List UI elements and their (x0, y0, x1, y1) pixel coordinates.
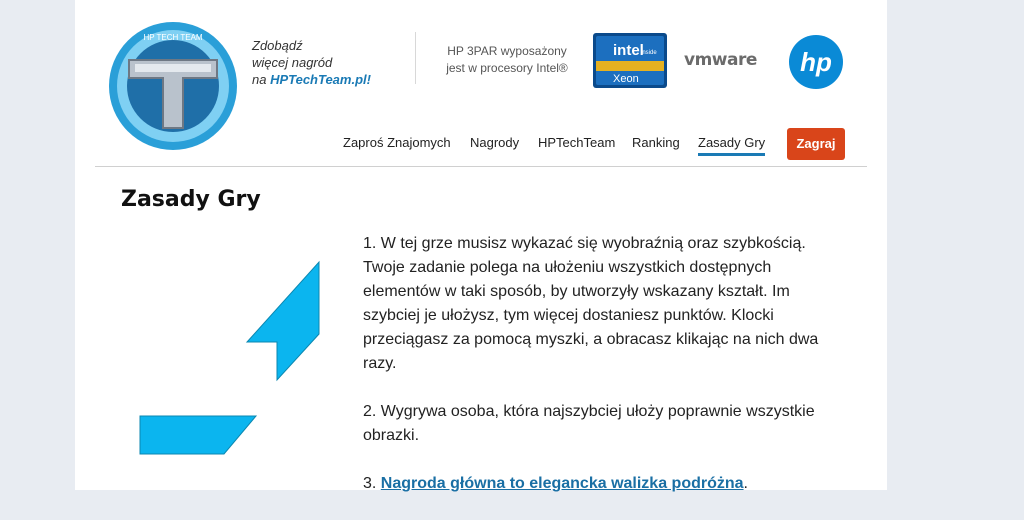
rules-text: 1. W tej grze musisz wykazać się wyobraź… (363, 232, 823, 520)
intel-xeon-badge: intel inside Xeon (593, 33, 667, 88)
nav-item-hptechteam[interactable]: HPTechTeam (538, 135, 615, 150)
hp-logo: hp (789, 35, 843, 89)
promo-line-3: na HPTechTeam.pl! (252, 71, 392, 88)
partner-line-1: HP 3PAR wyposażony (447, 44, 567, 58)
hp-logo-text: hp (800, 47, 832, 77)
logo-ring-text: HP TECH TEAM (143, 33, 202, 42)
header-divider (415, 32, 416, 84)
promo-prefix: na (252, 72, 271, 87)
main-nav: Zaproś Znajomych Nagrody HPTechTeam Rank… (75, 128, 887, 160)
page-container: HP TECH TEAM Zdobądź więcej nagród na HP… (75, 0, 887, 492)
puzzle-piece-2[interactable] (138, 414, 258, 456)
promo-text: Zdobądź więcej nagród na HPTechTeam.pl! (252, 37, 392, 88)
vmware-logo: vmware (684, 50, 770, 70)
rule-1: 1. W tej grze musisz wykazać się wyobraź… (363, 235, 819, 372)
nav-item-zapros-znajomych[interactable]: Zaproś Znajomych (343, 135, 451, 150)
rule-2: 2. Wygrywa osoba, która najszybciej ułoż… (363, 403, 815, 444)
promo-line-1: Zdobądź (252, 38, 303, 53)
nav-item-nagrody[interactable]: Nagrody (470, 135, 519, 150)
xeon-text: Xeon (613, 73, 639, 85)
partner-text: HP 3PAR wyposażony jest w procesory Inte… (437, 43, 577, 77)
page-title: Zasady Gry (121, 187, 261, 212)
partner-line-2: jest w procesory Intel® (446, 61, 568, 75)
rule-3-suffix: . (743, 475, 748, 492)
promo-site-link[interactable]: HPTechTeam.pl! (270, 72, 371, 87)
intel-inside-text: inside (641, 50, 657, 56)
grand-prize-link[interactable]: Nagroda główna to elegancka walizka podr… (381, 475, 744, 492)
nav-item-zasady-gry[interactable]: Zasady Gry (698, 135, 766, 156)
promo-line-2: więcej nagród (252, 55, 333, 70)
rule-3: 3. Nagroda główna to elegancka walizka p… (363, 472, 823, 496)
nav-item-ranking[interactable]: Ranking (632, 135, 680, 150)
puzzle-piece-1[interactable] (245, 260, 320, 382)
play-button[interactable]: Zagraj (787, 128, 845, 160)
intel-brand-text: intel (613, 42, 644, 59)
rule-3-prefix: 3. (363, 475, 381, 492)
vmware-logo-text: vmware (684, 50, 757, 70)
nav-divider (95, 166, 867, 167)
